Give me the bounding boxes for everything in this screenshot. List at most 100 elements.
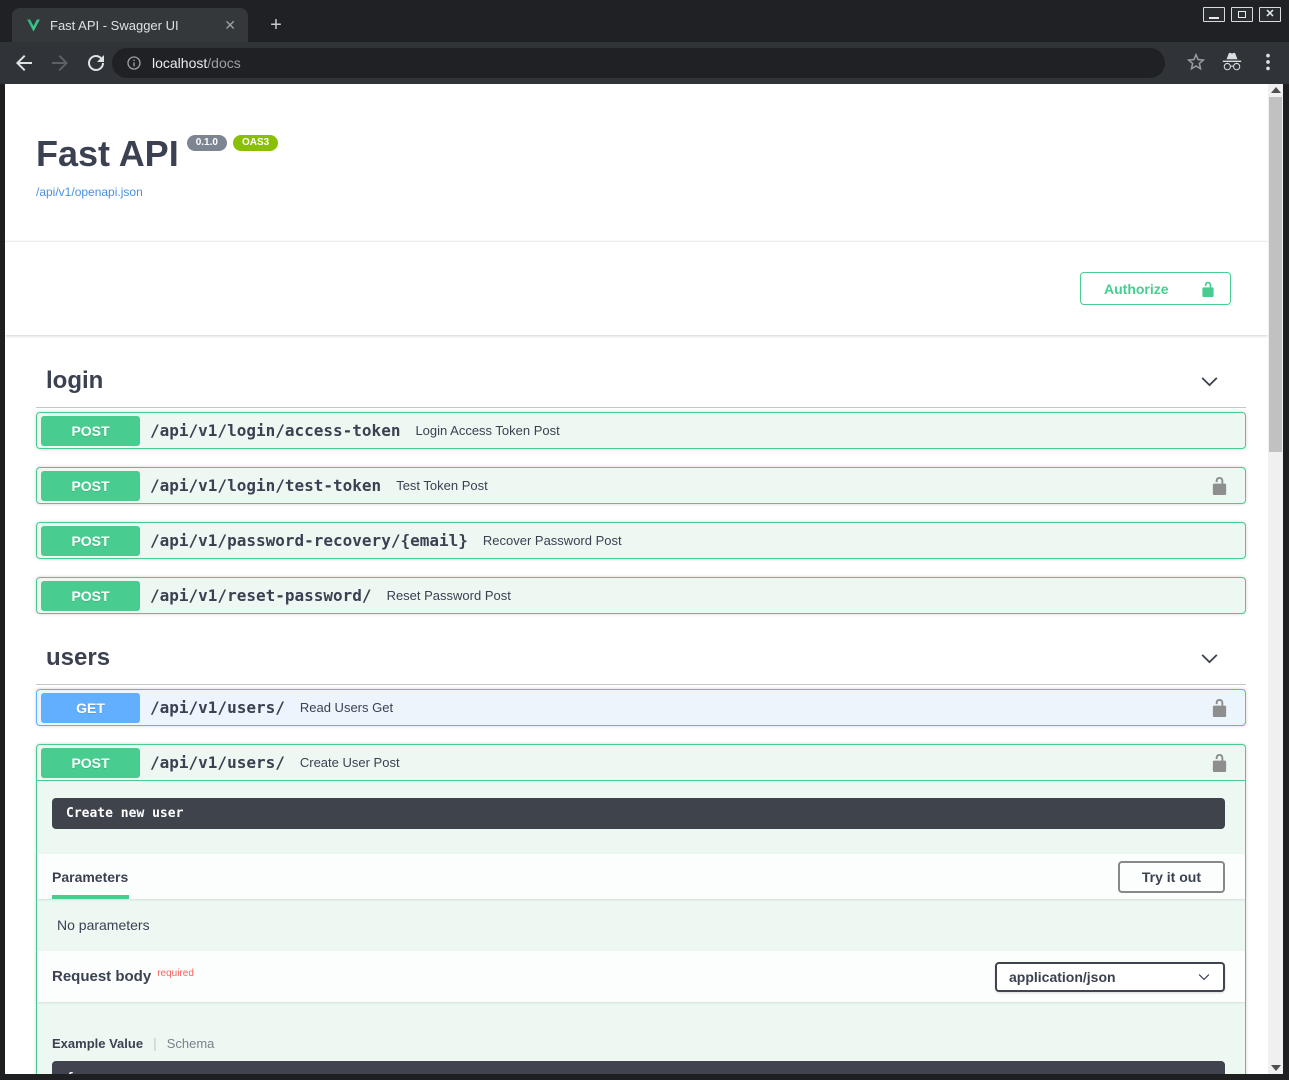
unlock-icon: [1200, 281, 1216, 297]
tab-strip: Fast API - Swagger UI ✕ + ✕: [0, 0, 1289, 42]
authorize-label: Authorize: [1104, 281, 1169, 297]
tab-parameters[interactable]: Parameters: [52, 869, 128, 885]
window-close-button[interactable]: ✕: [1259, 7, 1281, 22]
reload-button-icon[interactable]: [84, 51, 108, 75]
tab-schema[interactable]: Schema: [167, 1036, 215, 1051]
example-code-block[interactable]: {: [52, 1061, 1225, 1074]
window-maximize-button[interactable]: [1231, 7, 1253, 22]
method-badge: POST: [41, 748, 140, 778]
tag-name: login: [46, 367, 103, 395]
tag-header-login[interactable]: login: [36, 359, 1246, 408]
request-body-header: Request body required application/json: [37, 951, 1245, 1002]
operation-summary-text: Create User Post: [300, 755, 1210, 770]
operation-path: /api/v1/reset-password/: [150, 586, 372, 605]
page-title: Fast API: [36, 133, 179, 175]
scroll-up-arrow-icon[interactable]: [1271, 87, 1281, 93]
operation-summary-text: Login Access Token Post: [415, 423, 1229, 438]
tab-separator: |: [153, 1035, 157, 1051]
no-parameters-text: No parameters: [37, 899, 1245, 951]
operation-summary-text: Read Users Get: [300, 700, 1210, 715]
scrollbar-thumb[interactable]: [1269, 97, 1282, 452]
operation-summary-text: Reset Password Post: [387, 588, 1229, 603]
url-path: /docs: [207, 55, 240, 71]
authorize-button[interactable]: Authorize: [1080, 272, 1231, 305]
minimize-icon: [1209, 17, 1219, 19]
oas3-badge: OAS3: [233, 135, 278, 151]
auth-lock-icon[interactable]: [1210, 698, 1229, 717]
auth-lock-icon[interactable]: [1210, 476, 1229, 495]
operation-summary-text: Test Token Post: [396, 478, 1210, 493]
browser-toolbar: localhost/docs: [0, 42, 1289, 84]
browser-window: Fast API - Swagger UI ✕ + ✕ localhost/do…: [0, 0, 1289, 1080]
scheme-container: Authorize: [5, 241, 1268, 335]
operation-description: Create new user: [52, 798, 1225, 829]
operation-path: /api/v1/login/test-token: [150, 476, 381, 495]
tab-example-value[interactable]: Example Value: [52, 1036, 143, 1051]
opblock-login-test-token: POST /api/v1/login/test-token Test Token…: [36, 467, 1246, 504]
operation-body: Create new user Parameters Try it out No…: [37, 781, 1245, 1074]
chevron-down-icon[interactable]: [1199, 371, 1220, 392]
operation-summary[interactable]: POST /api/v1/login/test-token Test Token…: [37, 468, 1245, 503]
badges: 0.1.0 OAS3: [187, 135, 278, 151]
operation-path: /api/v1/users/: [150, 753, 285, 772]
forward-button-icon[interactable]: [48, 51, 72, 75]
method-badge: POST: [41, 471, 140, 501]
page-info-icon[interactable]: [126, 55, 142, 71]
tag-section-users: users GET /api/v1/users/ Read Users Get: [36, 636, 1246, 1074]
operation-path: /api/v1/login/access-token: [150, 421, 400, 440]
opblock-reset-password: POST /api/v1/reset-password/ Reset Passw…: [36, 577, 1246, 614]
method-badge: POST: [41, 581, 140, 611]
select-chevron-icon: [1197, 970, 1211, 984]
openapi-spec-link[interactable]: /api/v1/openapi.json: [36, 185, 143, 199]
tag-name: users: [46, 644, 110, 672]
browser-tab[interactable]: Fast API - Swagger UI ✕: [12, 8, 248, 42]
opblock-read-users: GET /api/v1/users/ Read Users Get: [36, 689, 1246, 726]
request-body-label: Request body: [52, 968, 151, 985]
url-host: localhost: [152, 55, 207, 71]
content-type-value: application/json: [1009, 969, 1116, 985]
try-it-out-button[interactable]: Try it out: [1118, 861, 1225, 893]
operation-path: /api/v1/password-recovery/{email}: [150, 531, 468, 550]
tab-title: Fast API - Swagger UI: [50, 18, 220, 33]
window-minimize-button[interactable]: [1203, 7, 1225, 22]
bookmark-star-icon[interactable]: [1185, 51, 1207, 73]
address-bar[interactable]: localhost/docs: [112, 48, 1165, 78]
operation-summary[interactable]: POST /api/v1/users/ Create User Post: [37, 745, 1245, 781]
new-tab-button[interactable]: +: [262, 11, 290, 39]
tab-close-icon[interactable]: ✕: [220, 16, 240, 34]
version-badge: 0.1.0: [187, 135, 227, 151]
method-badge: GET: [41, 693, 140, 723]
example-code-line: {: [66, 1071, 74, 1074]
operation-summary[interactable]: POST /api/v1/password-recovery/{email} R…: [37, 523, 1245, 558]
opblock-login-access-token: POST /api/v1/login/access-token Login Ac…: [36, 412, 1246, 449]
toolbar-actions: [1185, 51, 1279, 73]
content-type-select[interactable]: application/json: [995, 962, 1225, 992]
method-badge: POST: [41, 416, 140, 446]
page-content: Fast API 0.1.0 OAS3 /api/v1/openapi.json…: [5, 84, 1268, 1074]
maximize-icon: [1238, 11, 1246, 18]
page-scrollbar[interactable]: [1268, 84, 1283, 1074]
tag-header-users[interactable]: users: [36, 636, 1246, 685]
chevron-down-icon[interactable]: [1199, 648, 1220, 669]
api-info: Fast API 0.1.0 OAS3 /api/v1/openapi.json: [36, 84, 1246, 201]
method-badge: POST: [41, 526, 140, 556]
operation-summary[interactable]: POST /api/v1/reset-password/ Reset Passw…: [37, 578, 1245, 613]
menu-dots-icon[interactable]: [1257, 51, 1279, 73]
operation-path: /api/v1/users/: [150, 698, 285, 717]
operation-summary[interactable]: GET /api/v1/users/ Read Users Get: [37, 690, 1245, 725]
close-icon: ✕: [1265, 9, 1274, 20]
tag-section-login: login POST /api/v1/login/access-token Lo…: [36, 359, 1246, 614]
incognito-icon: [1221, 51, 1243, 73]
scroll-down-arrow-icon[interactable]: [1271, 1065, 1281, 1071]
site-favicon-icon: [26, 18, 41, 33]
model-example: Example Value | Schema {: [37, 1002, 1245, 1074]
parameters-header: Parameters Try it out: [37, 854, 1245, 899]
operation-summary-text: Recover Password Post: [483, 533, 1229, 548]
opblock-password-recovery: POST /api/v1/password-recovery/{email} R…: [36, 522, 1246, 559]
opblock-create-user: POST /api/v1/users/ Create User Post Cre…: [36, 744, 1246, 1074]
operation-summary[interactable]: POST /api/v1/login/access-token Login Ac…: [37, 413, 1245, 448]
required-label: required: [157, 968, 194, 979]
window-controls: ✕: [1203, 7, 1281, 22]
back-button-icon[interactable]: [12, 51, 36, 75]
auth-lock-icon[interactable]: [1210, 753, 1229, 772]
